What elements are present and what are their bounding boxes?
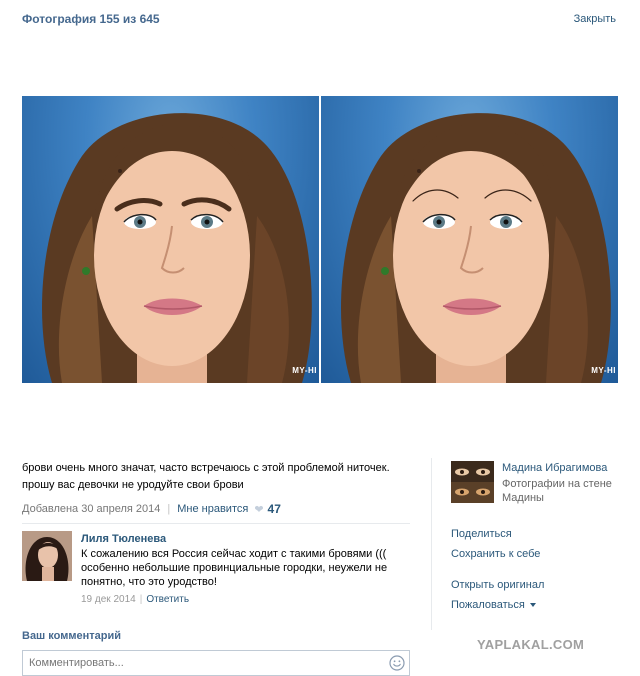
open-original-link[interactable]: Открыть оригинал xyxy=(451,579,544,591)
comment-meta-separator: | xyxy=(139,594,143,605)
share-link[interactable]: Поделиться xyxy=(451,528,512,540)
comment-box xyxy=(22,650,410,676)
reply-link[interactable]: Ответить xyxy=(146,594,189,605)
photo[interactable]: MY-HI MY-HI xyxy=(22,96,618,383)
photo-date: Добавлена 30 апреля 2014 xyxy=(22,503,161,515)
comment-author[interactable]: Лиля Тюленева xyxy=(81,533,166,545)
owner-album[interactable]: Фотографии на стене Мадины xyxy=(502,477,622,505)
description-line-2: прошу вас девочки не уродуйте свои брови xyxy=(22,479,244,491)
photo-watermark-right: MY-HI xyxy=(591,366,616,375)
like-button[interactable]: Мне нравится xyxy=(177,503,248,515)
description-line-1: брови очень много значат, часто встречаю… xyxy=(22,462,390,474)
your-comment-title: Ваш комментарий xyxy=(22,630,122,642)
photo-watermark-left: MY-HI xyxy=(292,366,317,375)
photo-description: брови очень много значат, часто встречаю… xyxy=(22,460,402,494)
like-count: 47 xyxy=(267,502,281,516)
comment-input[interactable] xyxy=(23,651,383,675)
owner-name[interactable]: Мадина Ибрагимова xyxy=(502,462,607,474)
photo-counter: Фотография 155 из 645 xyxy=(22,12,160,26)
photo-viewer-header: Фотография 155 из 645 Закрыть xyxy=(0,0,640,40)
complain-link[interactable]: Пожаловаться xyxy=(451,599,536,611)
close-link[interactable]: Закрыть xyxy=(574,13,616,25)
comments-divider xyxy=(22,523,410,524)
face-illustration-before xyxy=(42,113,312,383)
comment-text: К сожалению вся Россия сейчас ходит с та… xyxy=(81,548,388,588)
complain-label: Пожаловаться xyxy=(451,599,525,611)
smile-icon[interactable] xyxy=(389,655,405,671)
photo-owner: Мадина Ибрагимова Фотографии на стене Ма… xyxy=(451,461,631,505)
photo-before: MY-HI xyxy=(22,96,319,383)
meta-separator: | xyxy=(167,503,171,515)
save-to-self-link[interactable]: Сохранить к себе xyxy=(451,548,540,560)
face-illustration-after xyxy=(341,113,611,383)
avatar-illustration xyxy=(22,531,72,581)
chevron-down-icon xyxy=(529,603,536,608)
owner-thumbnail-illustration xyxy=(451,461,494,503)
photo-after: MY-HI xyxy=(321,96,618,383)
photo-meta: Добавлена 30 апреля 2014 | Мне нравится … xyxy=(22,502,281,516)
comment-date: 19 дек 2014 xyxy=(81,594,136,605)
comment-item: Лиля Тюленева К сожалению вся Россия сей… xyxy=(22,531,410,611)
site-watermark: YAPLAKAL.COM xyxy=(477,637,585,652)
comment-meta: 19 дек 2014 | Ответить xyxy=(81,594,189,605)
avatar[interactable] xyxy=(22,531,72,581)
heart-icon[interactable]: ❤ xyxy=(254,503,263,516)
owner-thumbnail[interactable] xyxy=(451,461,494,503)
sidebar-divider xyxy=(431,458,432,630)
